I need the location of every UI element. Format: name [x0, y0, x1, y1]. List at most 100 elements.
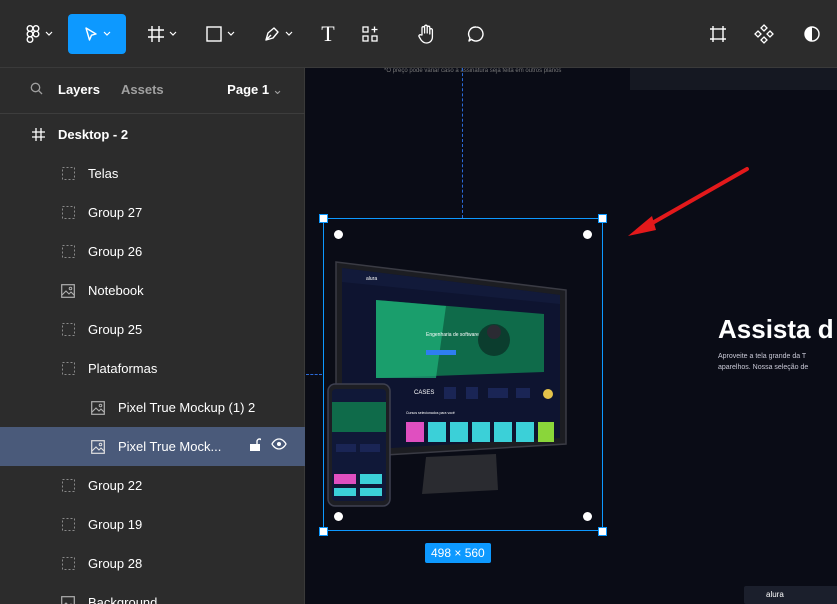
text-icon: T — [321, 21, 335, 46]
chevron-down-icon — [227, 31, 235, 37]
layer-label: Group 27 — [88, 205, 143, 220]
layer-label: Desktop - 2 — [58, 127, 129, 142]
image-icon — [60, 595, 76, 604]
hero-title: Assista d — [718, 314, 834, 344]
panel-header: Layers Assets Page 1 ⌄ — [0, 68, 305, 114]
resources-icon — [361, 25, 379, 43]
group-icon — [60, 166, 76, 182]
group-icon — [60, 478, 76, 494]
search-icon[interactable] — [30, 82, 43, 100]
resources-button[interactable] — [356, 14, 384, 54]
hero-text-line: Aproveite a tela grande da T — [718, 353, 807, 360]
group-icon — [60, 361, 76, 377]
footer-bar — [744, 586, 837, 604]
layer-label: Group 22 — [88, 478, 143, 493]
comment-icon — [467, 25, 485, 43]
layer-pixel-true-mockup-1-2[interactable]: Pixel True Mockup (1) 2 — [0, 388, 305, 427]
layer-label: Group 28 — [88, 556, 143, 571]
image-icon — [90, 439, 106, 455]
pen-icon — [263, 25, 281, 43]
group-icon — [60, 517, 76, 533]
radius-handle-top-right[interactable] — [583, 230, 592, 239]
radius-handle-bottom-left[interactable] — [334, 512, 343, 521]
selection-size-label: 498 × 560 — [425, 543, 491, 563]
layer-group-25[interactable]: Group 25 — [0, 310, 305, 349]
image-icon — [60, 283, 76, 299]
layer-group-22[interactable]: Group 22 — [0, 466, 305, 505]
resize-handle-bottom-left[interactable] — [319, 527, 328, 536]
layer-background[interactable]: Background — [0, 583, 305, 604]
layer-telas[interactable]: Telas — [0, 154, 305, 193]
chevron-down-icon — [45, 31, 53, 37]
design-canvas[interactable]: *O preço pode variar caso a assinatura s… — [306, 68, 837, 604]
layer-label: Notebook — [88, 283, 144, 298]
red-arrow-annotation — [628, 167, 749, 236]
crop-frame-button[interactable] — [704, 14, 732, 54]
text-tool-button[interactable]: T — [314, 14, 342, 54]
frame-hash-icon — [147, 25, 165, 43]
tab-layers[interactable]: Layers — [58, 82, 100, 97]
image-icon — [90, 400, 106, 416]
tab-assets[interactable]: Assets — [121, 82, 164, 97]
figma-window: T Layers Assets Page 1 ⌄ Desktop - 2 Tel… — [0, 0, 837, 604]
rectangle-icon — [205, 25, 223, 43]
layers-panel: Layers Assets Page 1 ⌄ Desktop - 2 Telas … — [0, 68, 305, 604]
radius-handle-bottom-right[interactable] — [583, 512, 592, 521]
layer-label: Telas — [88, 166, 119, 181]
toolbar: T — [0, 0, 837, 68]
hero-paragraph: Aproveite a tela grande da T aparelhos. … — [718, 351, 837, 373]
contrast-icon — [803, 25, 821, 43]
vertical-guide — [462, 68, 463, 218]
layer-group-27[interactable]: Group 27 — [0, 193, 305, 232]
page-selector-label: Page 1 — [227, 82, 270, 97]
components-icon — [754, 24, 774, 44]
layer-group-19[interactable]: Group 19 — [0, 505, 305, 544]
layer-notebook[interactable]: Notebook — [0, 271, 305, 310]
layer-label: Pixel True Mockup (1) 2 — [118, 400, 256, 415]
layer-desktop-2[interactable]: Desktop - 2 — [0, 115, 305, 154]
page-selector[interactable]: Page 1 ⌄ — [227, 82, 283, 98]
main-menu-button[interactable] — [18, 14, 60, 54]
layer-group-28[interactable]: Group 28 — [0, 544, 305, 583]
layer-label: Group 19 — [88, 517, 143, 532]
move-tool-button[interactable] — [68, 14, 126, 54]
unlock-icon[interactable] — [249, 438, 263, 455]
hand-icon — [417, 24, 435, 44]
layer-label: Group 25 — [88, 322, 143, 337]
shape-tool-button[interactable] — [198, 14, 242, 54]
price-note-text: *O preço pode variar caso a assinatura s… — [384, 68, 562, 74]
hand-tool-button[interactable] — [412, 14, 440, 54]
group-icon — [60, 322, 76, 338]
chevron-down-icon — [285, 31, 293, 37]
contrast-button[interactable] — [798, 14, 826, 54]
resize-handle-top-left[interactable] — [319, 214, 328, 223]
selection-bounding-box[interactable] — [323, 218, 603, 531]
frame-tool-button[interactable] — [140, 14, 184, 54]
layer-label: Background — [88, 595, 158, 604]
visibility-eye-icon[interactable] — [271, 438, 287, 455]
resize-handle-top-right[interactable] — [598, 214, 607, 223]
group-icon — [60, 205, 76, 221]
group-icon — [60, 244, 76, 260]
figma-logo-icon — [25, 25, 41, 43]
resize-handle-bottom-right[interactable] — [598, 527, 607, 536]
layer-plataformas[interactable]: Plataformas — [0, 349, 305, 388]
components-button[interactable] — [750, 14, 778, 54]
pen-tool-button[interactable] — [256, 14, 300, 54]
horizontal-guide — [306, 374, 322, 375]
layer-label: Group 26 — [88, 244, 143, 259]
layer-group-26[interactable]: Group 26 — [0, 232, 305, 271]
hero-text-line: aparelhos. Nossa seleção de — [718, 364, 809, 371]
radius-handle-top-left[interactable] — [334, 230, 343, 239]
group-icon — [60, 556, 76, 572]
cursor-arrow-icon — [83, 26, 99, 42]
layer-pixel-true-mockup-selected[interactable]: Pixel True Mock... — [0, 427, 305, 466]
frame-hash-icon — [30, 127, 46, 143]
canvas-header-image — [630, 68, 837, 90]
footer-logo: alura — [766, 590, 784, 599]
chevron-down-icon — [103, 31, 111, 37]
comment-tool-button[interactable] — [462, 14, 490, 54]
crop-frame-icon — [709, 25, 727, 43]
layer-label: Pixel True Mock... — [118, 439, 222, 454]
layer-label: Plataformas — [88, 361, 158, 376]
